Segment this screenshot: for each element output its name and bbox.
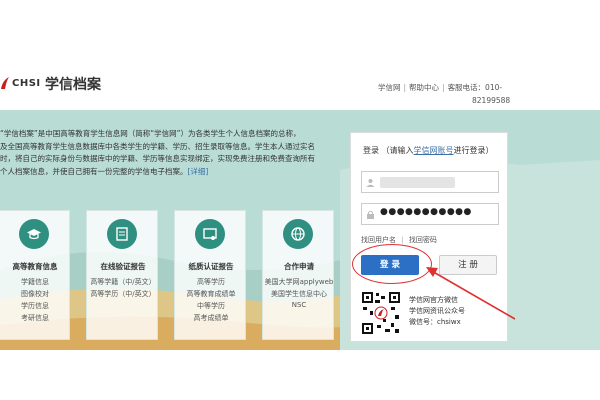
link-xuexinwang[interactable]: 学信网 — [378, 83, 401, 92]
blurred-username — [380, 177, 455, 188]
password-input[interactable]: ●●●●●●●●●●● — [361, 203, 499, 225]
card-link-xueli[interactable]: 学历信息 — [0, 301, 71, 311]
card-link-online-xueli[interactable]: 高等学历（中/英文） — [87, 289, 159, 299]
site-title: 学信档案 — [45, 77, 101, 93]
forgot-username-link[interactable]: 找回用户名 — [361, 236, 396, 244]
intro-line: 及全国高等教育学生信息数据库中各类学生的学籍、学历、招生录取等信息。学生本人通过… — [0, 141, 315, 151]
site-header: CHSI 学信档案 学信网 | 帮助中心 | 客服电话：010- 82199588 — [0, 60, 600, 110]
globe-icon — [283, 219, 313, 249]
lock-icon — [367, 210, 374, 219]
account-link[interactable]: 学信网账号 — [414, 146, 454, 155]
card-link-xueji[interactable]: 学籍信息 — [0, 277, 71, 287]
detail-link[interactable]: [详细] — [188, 167, 209, 176]
graduation-cap-icon — [19, 219, 49, 249]
link-help-center[interactable]: 帮助中心 — [409, 83, 439, 92]
card-cooperation[interactable]: 合作申请 美国大学网applyweb 美国学生信息中心 NSC — [262, 210, 334, 340]
page-footer-space — [0, 350, 600, 400]
card-paper-report[interactable]: 纸质认证报告 高等学历 高等教育成绩单 中等学历 高考成绩单 — [174, 210, 246, 340]
bird-logo-icon — [1, 77, 9, 89]
wechat-qr-code — [361, 291, 401, 335]
card-title: 在线验证报告 — [100, 262, 146, 271]
user-icon — [366, 179, 375, 187]
card-link-applyweb[interactable]: 美国大学网applyweb — [263, 277, 335, 287]
intro-line: “学信档案”是中国高等教育学生信息网（简称“学信网”）为各类学生个人信息档案的总… — [0, 129, 301, 138]
card-link-nsc[interactable]: NSC — [263, 301, 335, 309]
annotation-arrow-icon — [426, 267, 516, 320]
username-input[interactable] — [361, 171, 499, 193]
logo-chsi-text: CHSI — [12, 78, 41, 89]
login-title: 登录 （请输入学信网账号进行登录） — [363, 146, 494, 155]
card-title: 合作申请 — [284, 262, 314, 271]
service-phone-label: 客服电话：010- — [447, 83, 503, 92]
forgot-password-link[interactable]: 找回密码 — [409, 236, 437, 244]
card-title: 高等教育信息 — [12, 262, 58, 271]
card-link-online-xueji[interactable]: 高等学籍（中/英文） — [87, 277, 159, 287]
card-link-paper-xueli[interactable]: 高等学历 — [175, 277, 247, 287]
card-online-report[interactable]: 在线验证报告 高等学籍（中/英文） 高等学历（中/英文） — [86, 210, 158, 340]
intro-text: “学信档案”是中国高等教育学生信息网（简称“学信网”）为各类学生个人信息档案的总… — [0, 128, 335, 178]
card-link-transcript[interactable]: 高等教育成绩单 — [175, 289, 247, 299]
password-value: ●●●●●●●●●●● — [380, 207, 472, 217]
card-link-us-student-center[interactable]: 美国学生信息中心 — [263, 289, 335, 299]
report-icon — [107, 219, 137, 249]
card-higher-education-info[interactable]: 高等教育信息 学籍信息 图像校对 学历信息 考研信息 — [0, 210, 70, 340]
card-link-secondary[interactable]: 中等学历 — [175, 301, 247, 311]
logo[interactable]: CHSI 学信档案 — [0, 74, 120, 96]
certificate-icon — [195, 219, 225, 249]
service-phone-number: 82199588 — [472, 96, 511, 105]
top-links: 学信网 | 帮助中心 | 客服电话：010- — [378, 83, 503, 92]
card-link-kaoyan[interactable]: 考研信息 — [0, 313, 71, 323]
intro-line: 时，将自己的实际身份与数据库中的学籍、学历等信息实现绑定，实现免费注册和免费查询… — [0, 154, 315, 163]
service-cards: 高等教育信息 学籍信息 图像校对 学历信息 考研信息 在线验证报告 高等学籍（中… — [0, 210, 340, 340]
intro-line: 个人档案信息，并使自己拥有一份完整的学信电子档案。[详细] — [0, 166, 209, 176]
card-link-gaokao[interactable]: 高考成绩单 — [175, 313, 247, 323]
card-title: 纸质认证报告 — [188, 262, 234, 271]
card-link-image-check[interactable]: 图像校对 — [0, 289, 71, 299]
